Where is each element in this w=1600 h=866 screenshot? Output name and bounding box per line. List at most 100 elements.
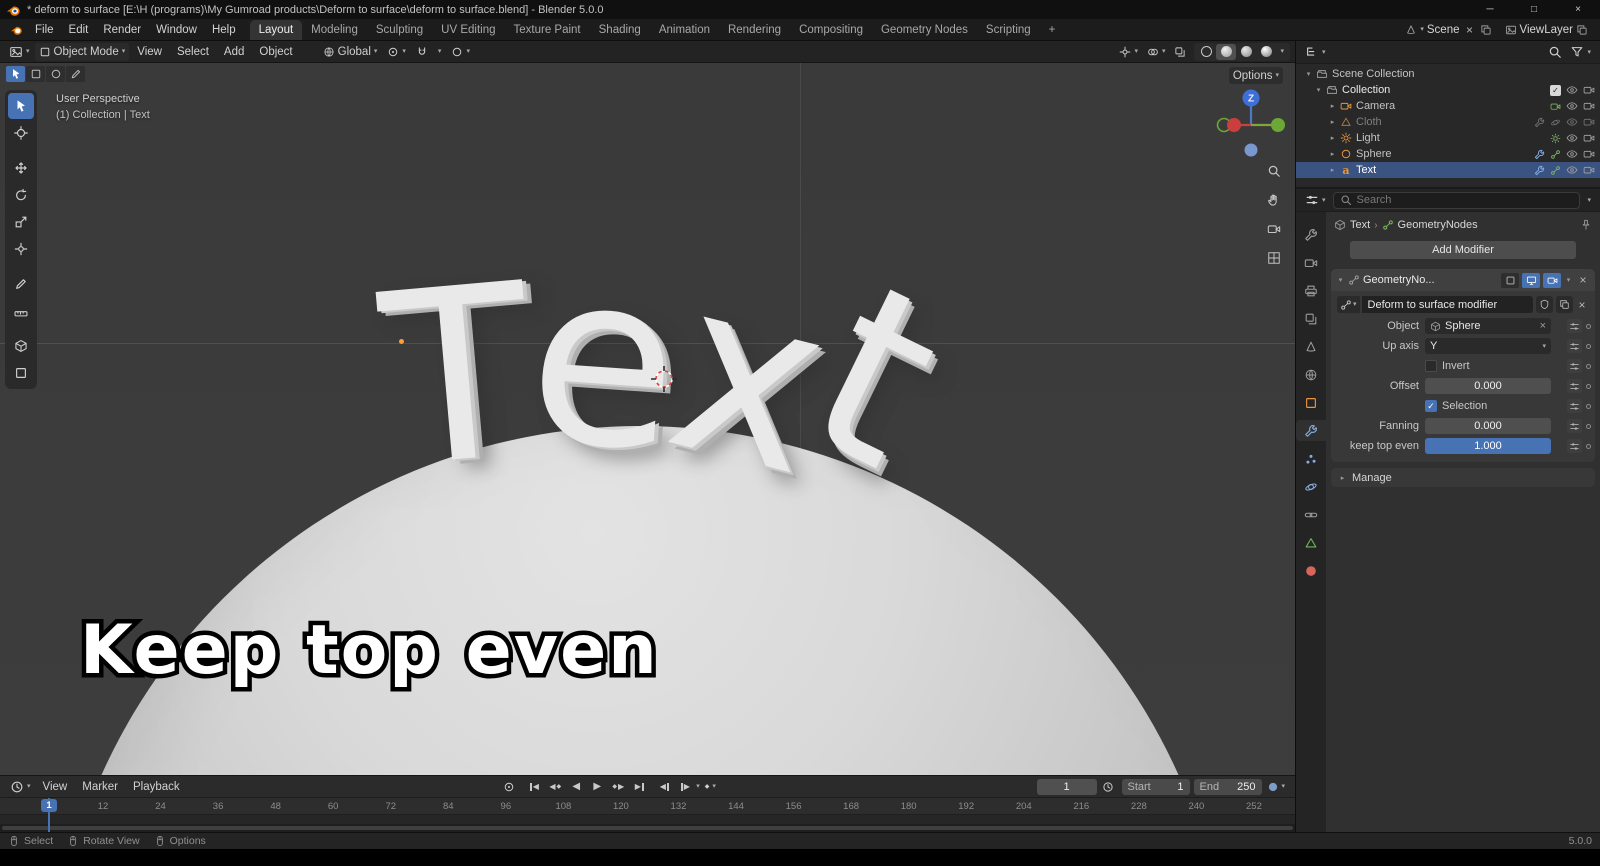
outliner-row-text[interactable]: ▸ a Text	[1296, 162, 1600, 178]
shading-wireframe-button[interactable]	[1196, 44, 1216, 60]
playhead[interactable]: 1	[41, 798, 57, 832]
rotate-tool[interactable]	[8, 182, 34, 208]
select-mode-intersect-button[interactable]	[66, 66, 85, 82]
new-node-group-button[interactable]	[1556, 296, 1573, 313]
workspace-tab[interactable]: Texture Paint	[505, 20, 590, 40]
scale-tool[interactable]	[8, 209, 34, 235]
node-group-name-field[interactable]: Deform to surface modifier	[1361, 296, 1533, 313]
input-attribute-toggle[interactable]	[1567, 399, 1582, 413]
modifier-name[interactable]: GeometryNo...	[1363, 274, 1435, 286]
text-object[interactable]: T e x t	[372, 219, 964, 526]
gizmo-z-neg-axis[interactable]	[1244, 143, 1258, 157]
minimize-button[interactable]: ─	[1468, 0, 1512, 19]
playback-sync-dropdown[interactable]: ▾	[1263, 778, 1290, 796]
toggle-xray-button[interactable]	[1170, 43, 1190, 61]
tab-material-properties[interactable]	[1296, 560, 1326, 581]
options-dropdown[interactable]: Options ▾	[1228, 67, 1283, 84]
gizmo-y-axis[interactable]	[1271, 118, 1285, 132]
expand-icon[interactable]: ▸	[1328, 102, 1337, 110]
menu-file[interactable]: File	[28, 22, 61, 38]
camera-view-icon[interactable]	[1266, 221, 1282, 237]
outliner-row-scene-collection[interactable]: ▾ Scene Collection	[1296, 66, 1600, 82]
outliner-filter-button[interactable]: ▾	[1566, 43, 1595, 61]
viewport-3d[interactable]: T e x t User Perspective (1) Collection …	[0, 63, 1295, 775]
menu-render[interactable]: Render	[96, 22, 148, 38]
transform-tool[interactable]	[8, 236, 34, 262]
expand-icon[interactable]: ▾	[1336, 276, 1345, 284]
tab-output-properties[interactable]	[1296, 280, 1326, 301]
workspace-tab[interactable]: Shading	[590, 20, 650, 40]
add-cube-tool[interactable]	[8, 333, 34, 359]
auto-keying-toggle[interactable]	[499, 778, 519, 796]
proportional-edit-dropdown[interactable]: ▾	[447, 43, 474, 61]
tab-tool-properties[interactable]	[1296, 224, 1326, 245]
close-button[interactable]: ×	[1556, 0, 1600, 19]
shading-rendered-button[interactable]	[1256, 44, 1276, 60]
blender-menu-button[interactable]	[6, 21, 27, 39]
jump-to-end-button[interactable]: ▶	[629, 779, 649, 795]
up-axis-dropdown[interactable]: Y ▾	[1425, 338, 1551, 354]
properties-search-input[interactable]: Search	[1332, 191, 1581, 209]
expand-icon[interactable]: ▾	[1314, 86, 1323, 94]
workspace-tab[interactable]: UV Editing	[432, 20, 504, 40]
workspace-tab[interactable]: Rendering	[719, 20, 790, 40]
hide-viewport-icon[interactable]	[1566, 164, 1578, 176]
timeline-menu-marker[interactable]: Marker	[75, 779, 125, 795]
pin-icon[interactable]	[1580, 219, 1592, 231]
modifier-edit-mode-toggle[interactable]	[1501, 272, 1519, 288]
timeline-menu-playback[interactable]: Playback	[126, 779, 187, 795]
viewport-menu-add[interactable]: Add	[217, 44, 251, 60]
input-attribute-toggle[interactable]	[1567, 359, 1582, 373]
select-mode-subtract-button[interactable]	[46, 66, 65, 82]
workspace-tab[interactable]: Geometry Nodes	[872, 20, 977, 40]
tab-data-properties[interactable]	[1296, 532, 1326, 553]
workspace-tab[interactable]: Scripting	[977, 20, 1040, 40]
disable-render-icon[interactable]	[1583, 132, 1595, 144]
breadcrumb-object[interactable]: Text	[1350, 219, 1370, 231]
menu-window[interactable]: Window	[149, 22, 204, 38]
shading-solid-button[interactable]	[1216, 43, 1237, 60]
expand-icon[interactable]: ▸	[1328, 166, 1337, 174]
select-box-tool[interactable]	[8, 93, 34, 119]
tab-object-properties[interactable]	[1296, 392, 1326, 413]
navigation-gizmo[interactable]: Z	[1213, 87, 1289, 163]
frame-start-field[interactable]: Start 1	[1121, 778, 1190, 795]
frame-jump-dropdown[interactable]: ▾	[696, 783, 700, 790]
jump-to-start-button[interactable]: ◀	[524, 779, 544, 795]
expand-icon[interactable]: ▸	[1328, 150, 1337, 158]
viewport-menu-select[interactable]: Select	[170, 44, 216, 60]
show-gizmo-dropdown[interactable]: ▾	[1115, 43, 1142, 61]
animate-decorator[interactable]	[1586, 383, 1591, 389]
hide-viewport-icon[interactable]	[1566, 84, 1578, 96]
timeline-track[interactable]	[0, 815, 1295, 824]
shading-material-button[interactable]	[1236, 44, 1256, 60]
show-overlays-dropdown[interactable]: ▾	[1143, 43, 1170, 61]
disable-render-icon[interactable]	[1583, 84, 1595, 96]
disable-render-icon[interactable]	[1583, 148, 1595, 160]
tab-physics-properties[interactable]	[1296, 476, 1326, 497]
fanning-field[interactable]: 0.000	[1425, 418, 1551, 434]
outliner-row-sphere[interactable]: ▸ Sphere	[1296, 146, 1600, 162]
animate-decorator[interactable]	[1586, 443, 1591, 449]
input-attribute-toggle[interactable]	[1567, 339, 1582, 353]
selection-checkbox[interactable]: ✓	[1425, 400, 1437, 412]
expand-icon[interactable]: ▸	[1328, 118, 1337, 126]
object-field[interactable]: Sphere ×	[1425, 318, 1551, 334]
current-frame-field[interactable]: 1	[1036, 778, 1097, 795]
tab-modifier-properties[interactable]	[1296, 420, 1326, 441]
workspace-tab[interactable]: +	[1040, 20, 1065, 40]
collection-checkbox[interactable]: ✓	[1550, 84, 1561, 96]
keep-top-even-slider[interactable]: 1.000	[1425, 438, 1551, 454]
expand-icon[interactable]: ▾	[1304, 70, 1313, 78]
hide-viewport-icon[interactable]	[1566, 148, 1578, 160]
keying-set-dropdown[interactable]: ◆ ▾	[701, 778, 720, 796]
snap-dropdown[interactable]: ▾	[434, 43, 446, 61]
menu-help[interactable]: Help	[205, 22, 243, 38]
new-scene-icon[interactable]	[1480, 24, 1492, 36]
disable-render-icon[interactable]	[1583, 116, 1595, 128]
hide-viewport-icon[interactable]	[1566, 132, 1578, 144]
viewlayer-selector[interactable]: ViewLayer	[1499, 24, 1595, 36]
tab-world-properties[interactable]	[1296, 364, 1326, 385]
cursor-tool[interactable]	[8, 120, 34, 146]
shading-dropdown[interactable]: ▾	[1276, 43, 1288, 61]
